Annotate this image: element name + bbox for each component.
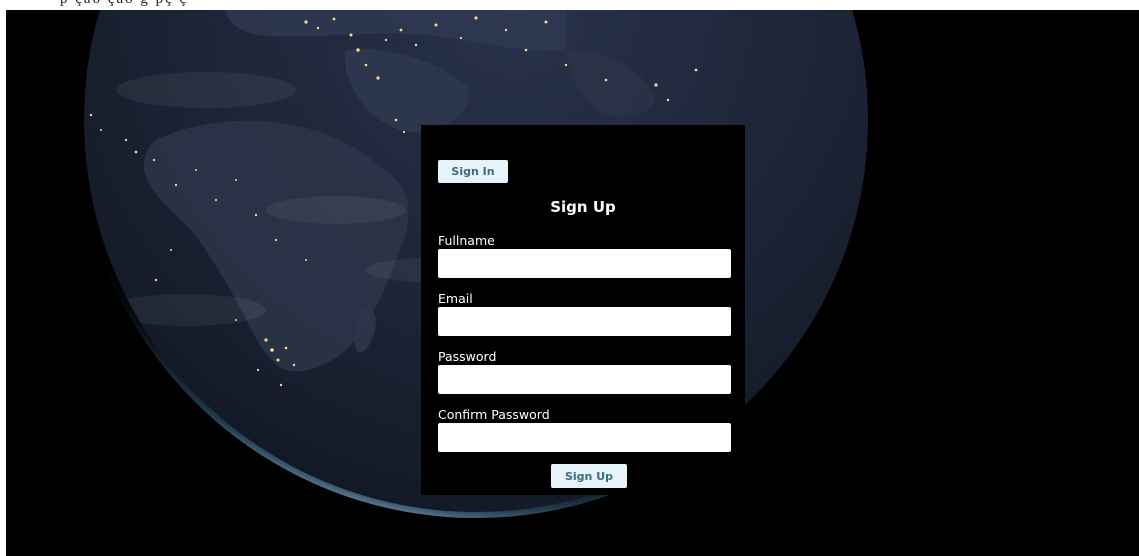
sign-in-button[interactable]: Sign In	[438, 160, 508, 183]
form-title: Sign Up	[550, 198, 616, 216]
sign-up-button[interactable]: Sign Up	[551, 464, 627, 488]
top-clipped-strip: p ção ção g pç ç	[0, 0, 1139, 10]
email-input[interactable]	[438, 307, 731, 336]
email-label: Email	[438, 291, 473, 306]
clipped-header-text: p ção ção g pç ç	[60, 0, 188, 8]
confirm-password-label: Confirm Password	[438, 407, 550, 422]
fullname-label: Fullname	[438, 233, 495, 248]
signup-panel: Sign In Sign Up Fullname Email Password …	[421, 125, 745, 495]
password-input[interactable]	[438, 365, 731, 394]
password-label: Password	[438, 349, 497, 364]
fullname-input[interactable]	[438, 249, 731, 278]
confirm-password-input[interactable]	[438, 423, 731, 452]
page-background: Sign In Sign Up Fullname Email Password …	[6, 10, 1139, 556]
